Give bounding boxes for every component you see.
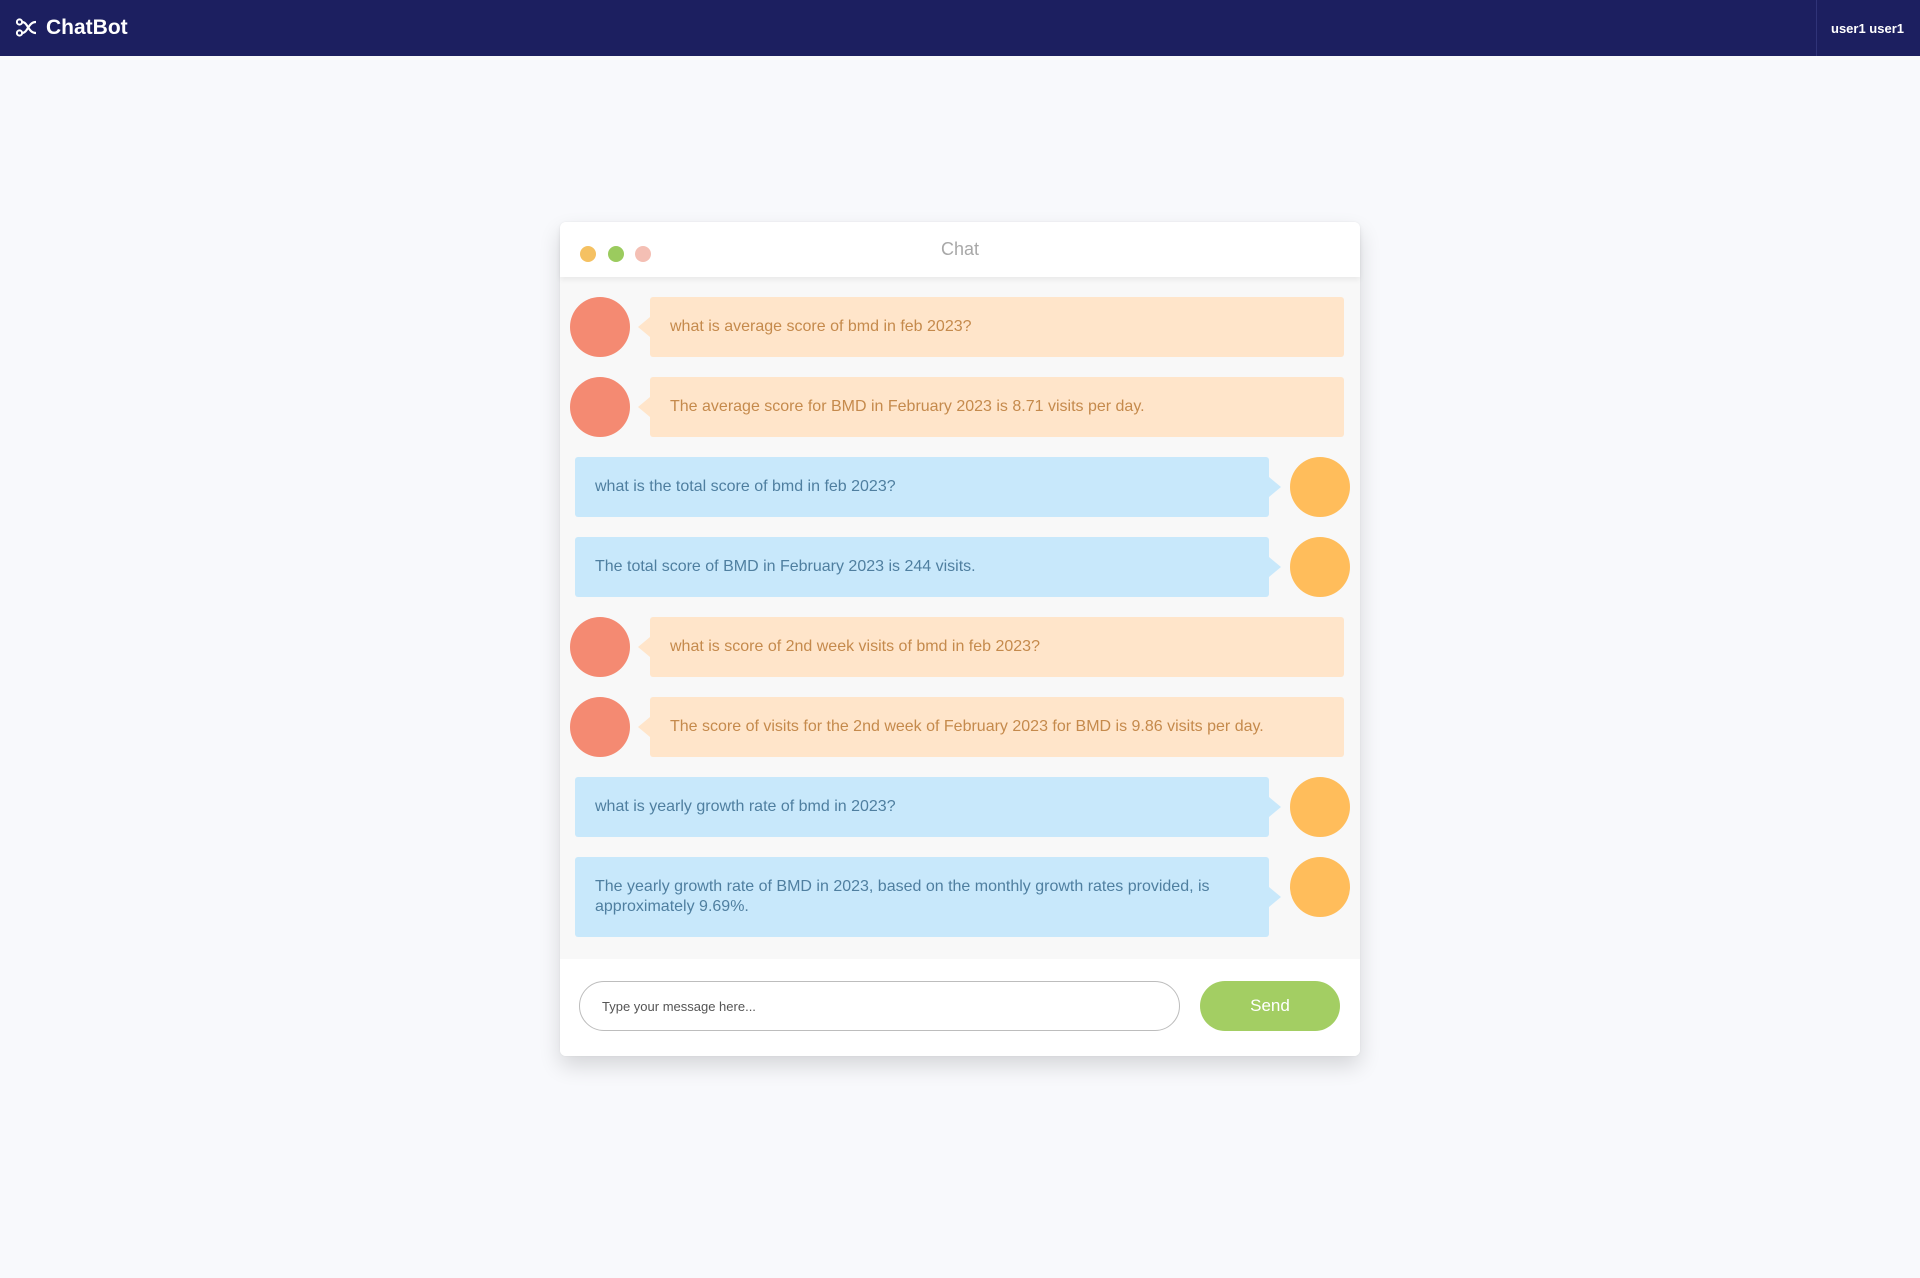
message-item: what is the total score of bmd in feb 20… (560, 457, 1360, 517)
message-bubble: what is average score of bmd in feb 2023… (638, 297, 1344, 357)
user-avatar (1290, 857, 1350, 917)
message-item: The average score for BMD in February 20… (560, 377, 1360, 437)
brand-link[interactable]: ChatBot (16, 16, 128, 40)
message-bubble: The average score for BMD in February 20… (638, 377, 1344, 437)
message-bubble: what is the total score of bmd in feb 20… (575, 457, 1281, 517)
user-avatar (1290, 777, 1350, 837)
message-item: The total score of BMD in February 2023 … (560, 537, 1360, 597)
message-item: what is score of 2nd week visits of bmd … (560, 617, 1360, 677)
message-input[interactable] (579, 981, 1180, 1031)
message-bubble: The total score of BMD in February 2023 … (575, 537, 1281, 597)
bot-avatar (570, 617, 630, 677)
user-menu[interactable]: user1 user1 (1816, 0, 1920, 56)
chat-window: Chat what is average score of bmd in feb… (560, 222, 1360, 1056)
send-button[interactable]: Send (1200, 981, 1340, 1031)
top-navbar: ChatBot user1 user1 (0, 0, 1920, 56)
bot-avatar (570, 297, 630, 357)
bot-avatar (570, 377, 630, 437)
message-bubble: what is score of 2nd week visits of bmd … (638, 617, 1344, 677)
bot-avatar (570, 697, 630, 757)
user-avatar (1290, 537, 1350, 597)
message-bubble: what is yearly growth rate of bmd in 202… (575, 777, 1281, 837)
chat-header: Chat (560, 222, 1360, 277)
message-list[interactable]: what is average score of bmd in feb 2023… (560, 277, 1360, 959)
message-bubble: The yearly growth rate of BMD in 2023, b… (575, 857, 1281, 937)
message-item: The score of visits for the 2nd week of … (560, 697, 1360, 757)
message-item: what is yearly growth rate of bmd in 202… (560, 777, 1360, 837)
message-composer: Send (560, 959, 1360, 1056)
connection-icon (16, 18, 38, 38)
message-item: what is average score of bmd in feb 2023… (560, 297, 1360, 357)
message-bubble: The score of visits for the 2nd week of … (638, 697, 1344, 757)
brand-name: ChatBot (46, 16, 128, 39)
user-name: user1 user1 (1831, 20, 1904, 36)
message-item: The yearly growth rate of BMD in 2023, b… (560, 857, 1360, 937)
chat-title: Chat (940, 239, 980, 259)
user-avatar (1290, 457, 1350, 517)
